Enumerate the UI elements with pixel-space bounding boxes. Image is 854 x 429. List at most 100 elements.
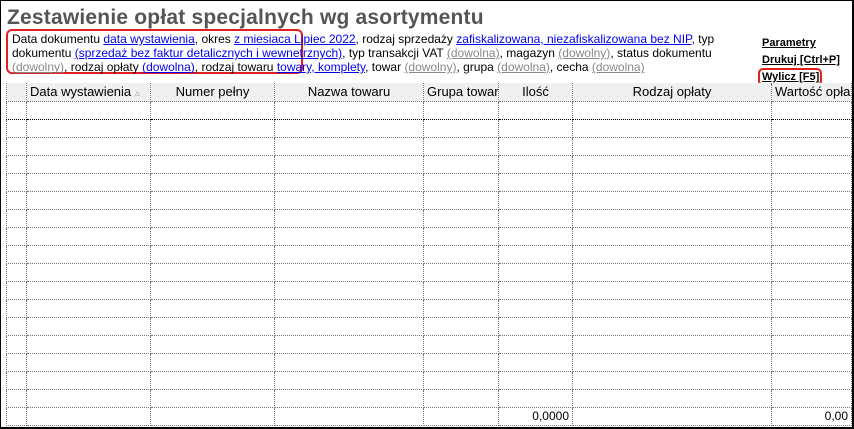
filter-value-link[interactable]: data wystawienia — [103, 32, 194, 46]
table-cell[interactable] — [572, 371, 772, 390]
table-cell[interactable] — [274, 353, 424, 372]
table-cell[interactable] — [498, 353, 573, 372]
table-row[interactable] — [6, 119, 852, 138]
table-cell[interactable] — [572, 281, 772, 300]
table-cell[interactable] — [6, 299, 27, 318]
filter-value-link[interactable]: (dowolna) — [497, 60, 550, 74]
table-cell[interactable] — [6, 335, 27, 354]
table-cell[interactable] — [274, 263, 424, 282]
table-cell[interactable] — [26, 281, 151, 300]
table-cell[interactable] — [274, 155, 424, 174]
table-cell[interactable] — [423, 371, 499, 390]
table-cell[interactable] — [498, 281, 573, 300]
table-row[interactable] — [6, 173, 852, 192]
filter-value-link[interactable]: (dowolna) — [592, 60, 645, 74]
table-cell[interactable] — [771, 389, 852, 408]
table-cell[interactable] — [771, 227, 852, 246]
table-cell[interactable] — [498, 173, 573, 192]
table-cell[interactable] — [498, 263, 573, 282]
table-cell[interactable] — [6, 155, 27, 174]
table-cell[interactable] — [6, 119, 27, 138]
table-cell[interactable] — [423, 263, 499, 282]
table-cell[interactable] — [26, 209, 151, 228]
filter-value-link[interactable]: (dowolny) — [558, 46, 610, 60]
table-cell[interactable] — [274, 191, 424, 210]
table-cell[interactable] — [771, 209, 852, 228]
filter-value-link[interactable]: (sprzedaż bez faktur detalicznych i wewn… — [75, 46, 342, 60]
table-cell[interactable] — [423, 100, 499, 120]
table-cell[interactable] — [423, 281, 499, 300]
parameters-link[interactable]: Parametry — [762, 37, 816, 49]
filter-value-link[interactable]: (dowolny) — [404, 60, 456, 74]
table-cell[interactable] — [26, 155, 151, 174]
table-cell[interactable] — [423, 389, 499, 408]
table-cell[interactable] — [423, 317, 499, 336]
table-cell[interactable] — [498, 100, 573, 120]
table-cell[interactable] — [572, 245, 772, 264]
table-cell[interactable] — [274, 317, 424, 336]
table-cell[interactable] — [274, 335, 424, 354]
table-cell[interactable] — [6, 389, 27, 408]
table-cell[interactable] — [150, 209, 275, 228]
table-cell[interactable] — [26, 317, 151, 336]
table-cell[interactable] — [6, 281, 27, 300]
table-row[interactable] — [6, 281, 852, 300]
filter-value-link[interactable]: z miesiaca Lipiec 2022 — [234, 32, 355, 46]
filter-value-link[interactable]: towary, komplety — [277, 60, 365, 74]
column-header-number[interactable]: Numer pełny — [150, 83, 275, 102]
table-cell[interactable] — [274, 227, 424, 246]
table-cell[interactable] — [572, 353, 772, 372]
table-row[interactable] — [6, 209, 852, 228]
column-header-group[interactable]: Grupa towar — [423, 83, 499, 102]
table-cell[interactable] — [274, 100, 424, 120]
table-cell[interactable] — [26, 100, 151, 120]
table-cell[interactable] — [498, 137, 573, 156]
table-cell[interactable] — [771, 281, 852, 300]
table-cell[interactable] — [498, 119, 573, 138]
table-cell[interactable] — [150, 227, 275, 246]
table-cell[interactable] — [150, 245, 275, 264]
table-cell[interactable] — [6, 227, 27, 246]
table-row[interactable] — [6, 389, 852, 408]
table-cell[interactable] — [423, 227, 499, 246]
table-cell[interactable] — [771, 317, 852, 336]
table-cell[interactable] — [26, 173, 151, 192]
table-cell[interactable] — [423, 245, 499, 264]
table-cell[interactable] — [26, 299, 151, 318]
table-cell[interactable] — [150, 100, 275, 120]
table-cell[interactable] — [6, 317, 27, 336]
table-cell[interactable] — [26, 191, 151, 210]
table-cell[interactable] — [572, 299, 772, 318]
table-cell[interactable] — [771, 155, 852, 174]
table-cell[interactable] — [423, 119, 499, 138]
table-cell[interactable] — [572, 173, 772, 192]
table-cell[interactable] — [498, 317, 573, 336]
table-row[interactable] — [6, 371, 852, 390]
table-cell[interactable] — [423, 137, 499, 156]
table-cell[interactable] — [423, 191, 499, 210]
table-cell[interactable] — [771, 353, 852, 372]
table-cell[interactable] — [274, 173, 424, 192]
table-cell[interactable] — [572, 335, 772, 354]
table-row[interactable] — [6, 191, 852, 210]
table-cell[interactable] — [423, 155, 499, 174]
table-cell[interactable] — [150, 155, 275, 174]
table-cell[interactable] — [572, 209, 772, 228]
table-cell[interactable] — [572, 137, 772, 156]
table-cell[interactable] — [26, 389, 151, 408]
table-cell[interactable] — [771, 173, 852, 192]
table-cell[interactable] — [274, 299, 424, 318]
table-cell[interactable] — [26, 353, 151, 372]
table-cell[interactable] — [498, 371, 573, 390]
column-header-value[interactable]: Wartość opła — [771, 83, 852, 102]
table-row[interactable] — [6, 137, 852, 156]
table-cell[interactable] — [6, 353, 27, 372]
table-cell[interactable] — [26, 137, 151, 156]
table-cell[interactable] — [6, 137, 27, 156]
table-cell[interactable] — [771, 137, 852, 156]
table-cell[interactable] — [423, 353, 499, 372]
table-row[interactable] — [6, 317, 852, 336]
table-cell[interactable] — [771, 371, 852, 390]
table-row[interactable] — [6, 353, 852, 372]
column-header-date[interactable]: Data wystawienia ▵ — [26, 83, 151, 102]
